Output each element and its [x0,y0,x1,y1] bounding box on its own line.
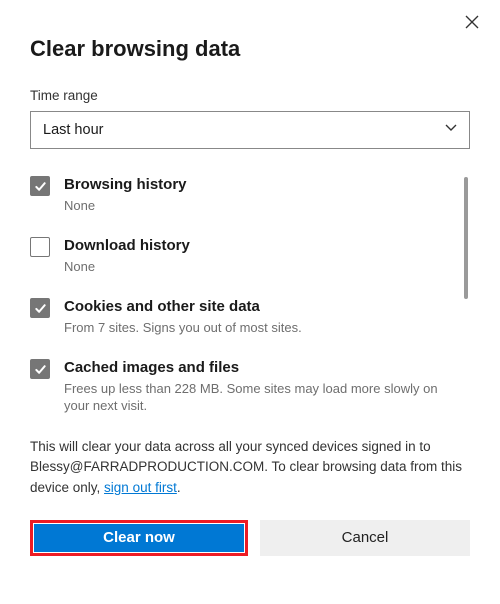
sync-notice: This will clear your data across all you… [30,437,470,498]
option-sub: From 7 sites. Signs you out of most site… [64,319,446,337]
sign-out-link[interactable]: sign out first [104,480,177,495]
option-cookies: Cookies and other site data From 7 sites… [30,297,446,336]
option-sub: None [64,258,446,276]
checkbox-browsing-history[interactable] [30,176,50,196]
option-title: Cached images and files [64,358,446,378]
notice-pre: This will clear your data across all you… [30,439,462,495]
time-range-value: Last hour [43,122,103,138]
time-range-label: Time range [30,88,470,103]
option-title: Cookies and other site data [64,297,446,317]
option-download-history: Download history None [30,236,446,275]
dialog-title: Clear browsing data [30,36,470,62]
option-sub: Frees up less than 228 MB. Some sites ma… [64,380,446,415]
options-scroll-area: Browsing history None Download history N… [30,175,470,431]
option-sub: None [64,197,446,215]
notice-post: . [177,480,181,495]
checkbox-download-history[interactable] [30,237,50,257]
checkbox-cached[interactable] [30,359,50,379]
option-browsing-history: Browsing history None [30,175,446,214]
cancel-button[interactable]: Cancel [260,520,470,556]
option-title: Download history [64,236,446,256]
clear-now-highlight: Clear now [30,520,248,556]
close-icon [465,15,479,34]
checkbox-cookies[interactable] [30,298,50,318]
close-button[interactable] [460,12,484,36]
clear-now-button[interactable]: Clear now [34,524,244,552]
option-cached: Cached images and files Frees up less th… [30,358,446,415]
time-range-select[interactable]: Last hour [30,111,470,149]
scrollbar-thumb[interactable] [464,177,468,299]
option-title: Browsing history [64,175,446,195]
